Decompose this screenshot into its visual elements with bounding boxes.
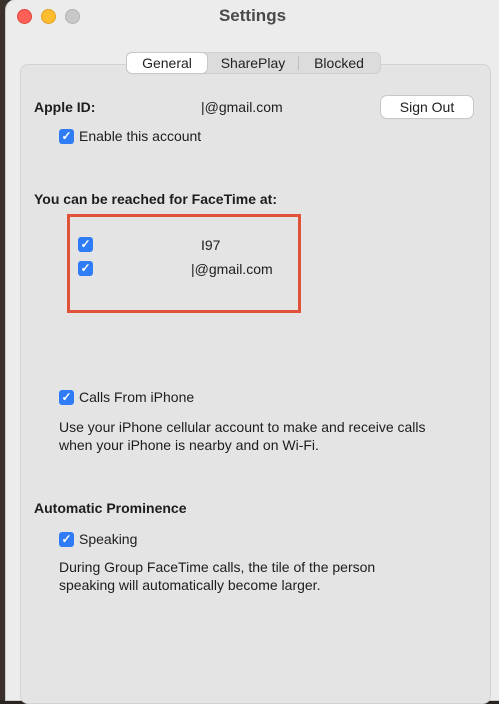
reach-checkbox-2[interactable]: ✓ bbox=[78, 261, 93, 276]
calls-description-line-1: Use your iPhone cellular account to make… bbox=[59, 419, 426, 435]
settings-window: Settings General SharePlay Blocked Apple… bbox=[6, 0, 499, 704]
settings-panel bbox=[20, 64, 491, 704]
title-bar: Settings bbox=[6, 0, 499, 34]
reach-value-1: I97 bbox=[201, 237, 221, 253]
checkmark-icon: ✓ bbox=[80, 261, 91, 275]
reach-value-2: |@gmail.com bbox=[191, 261, 273, 277]
window-title: Settings bbox=[218, 6, 287, 25]
speaking-label: Speaking bbox=[79, 531, 138, 547]
calls-from-iphone-checkbox[interactable]: ✓ bbox=[59, 390, 74, 405]
tab-general[interactable]: General bbox=[127, 53, 207, 73]
speaking-checkbox[interactable]: ✓ bbox=[59, 532, 74, 547]
prominence-heading: Automatic Prominence bbox=[34, 500, 187, 516]
tab-bar: General SharePlay Blocked bbox=[126, 52, 381, 74]
checkmark-icon: ✓ bbox=[61, 390, 72, 404]
tab-blocked[interactable]: Blocked bbox=[299, 53, 379, 73]
apple-id-label: Apple ID: bbox=[34, 99, 96, 115]
checkmark-icon: ✓ bbox=[61, 532, 72, 546]
reach-checkbox-1[interactable]: ✓ bbox=[78, 237, 93, 252]
calls-description-line-2: when your iPhone is nearby and on Wi-Fi. bbox=[59, 437, 319, 453]
enable-account-checkbox[interactable]: ✓ bbox=[59, 129, 74, 144]
checkmark-icon: ✓ bbox=[61, 129, 72, 143]
enable-account-label: Enable this account bbox=[79, 128, 202, 144]
sign-out-button[interactable]: Sign Out bbox=[381, 96, 473, 118]
prominence-description-line-2: speaking will automatically become large… bbox=[59, 577, 321, 593]
reach-heading: You can be reached for FaceTime at: bbox=[34, 191, 278, 207]
prominence-description-line-1: During Group FaceTime calls, the tile of… bbox=[59, 559, 376, 575]
checkmark-icon: ✓ bbox=[80, 237, 91, 251]
calls-from-iphone-label: Calls From iPhone bbox=[79, 389, 195, 405]
tab-shareplay[interactable]: SharePlay bbox=[207, 53, 299, 73]
apple-id-value: |@gmail.com bbox=[201, 99, 283, 115]
